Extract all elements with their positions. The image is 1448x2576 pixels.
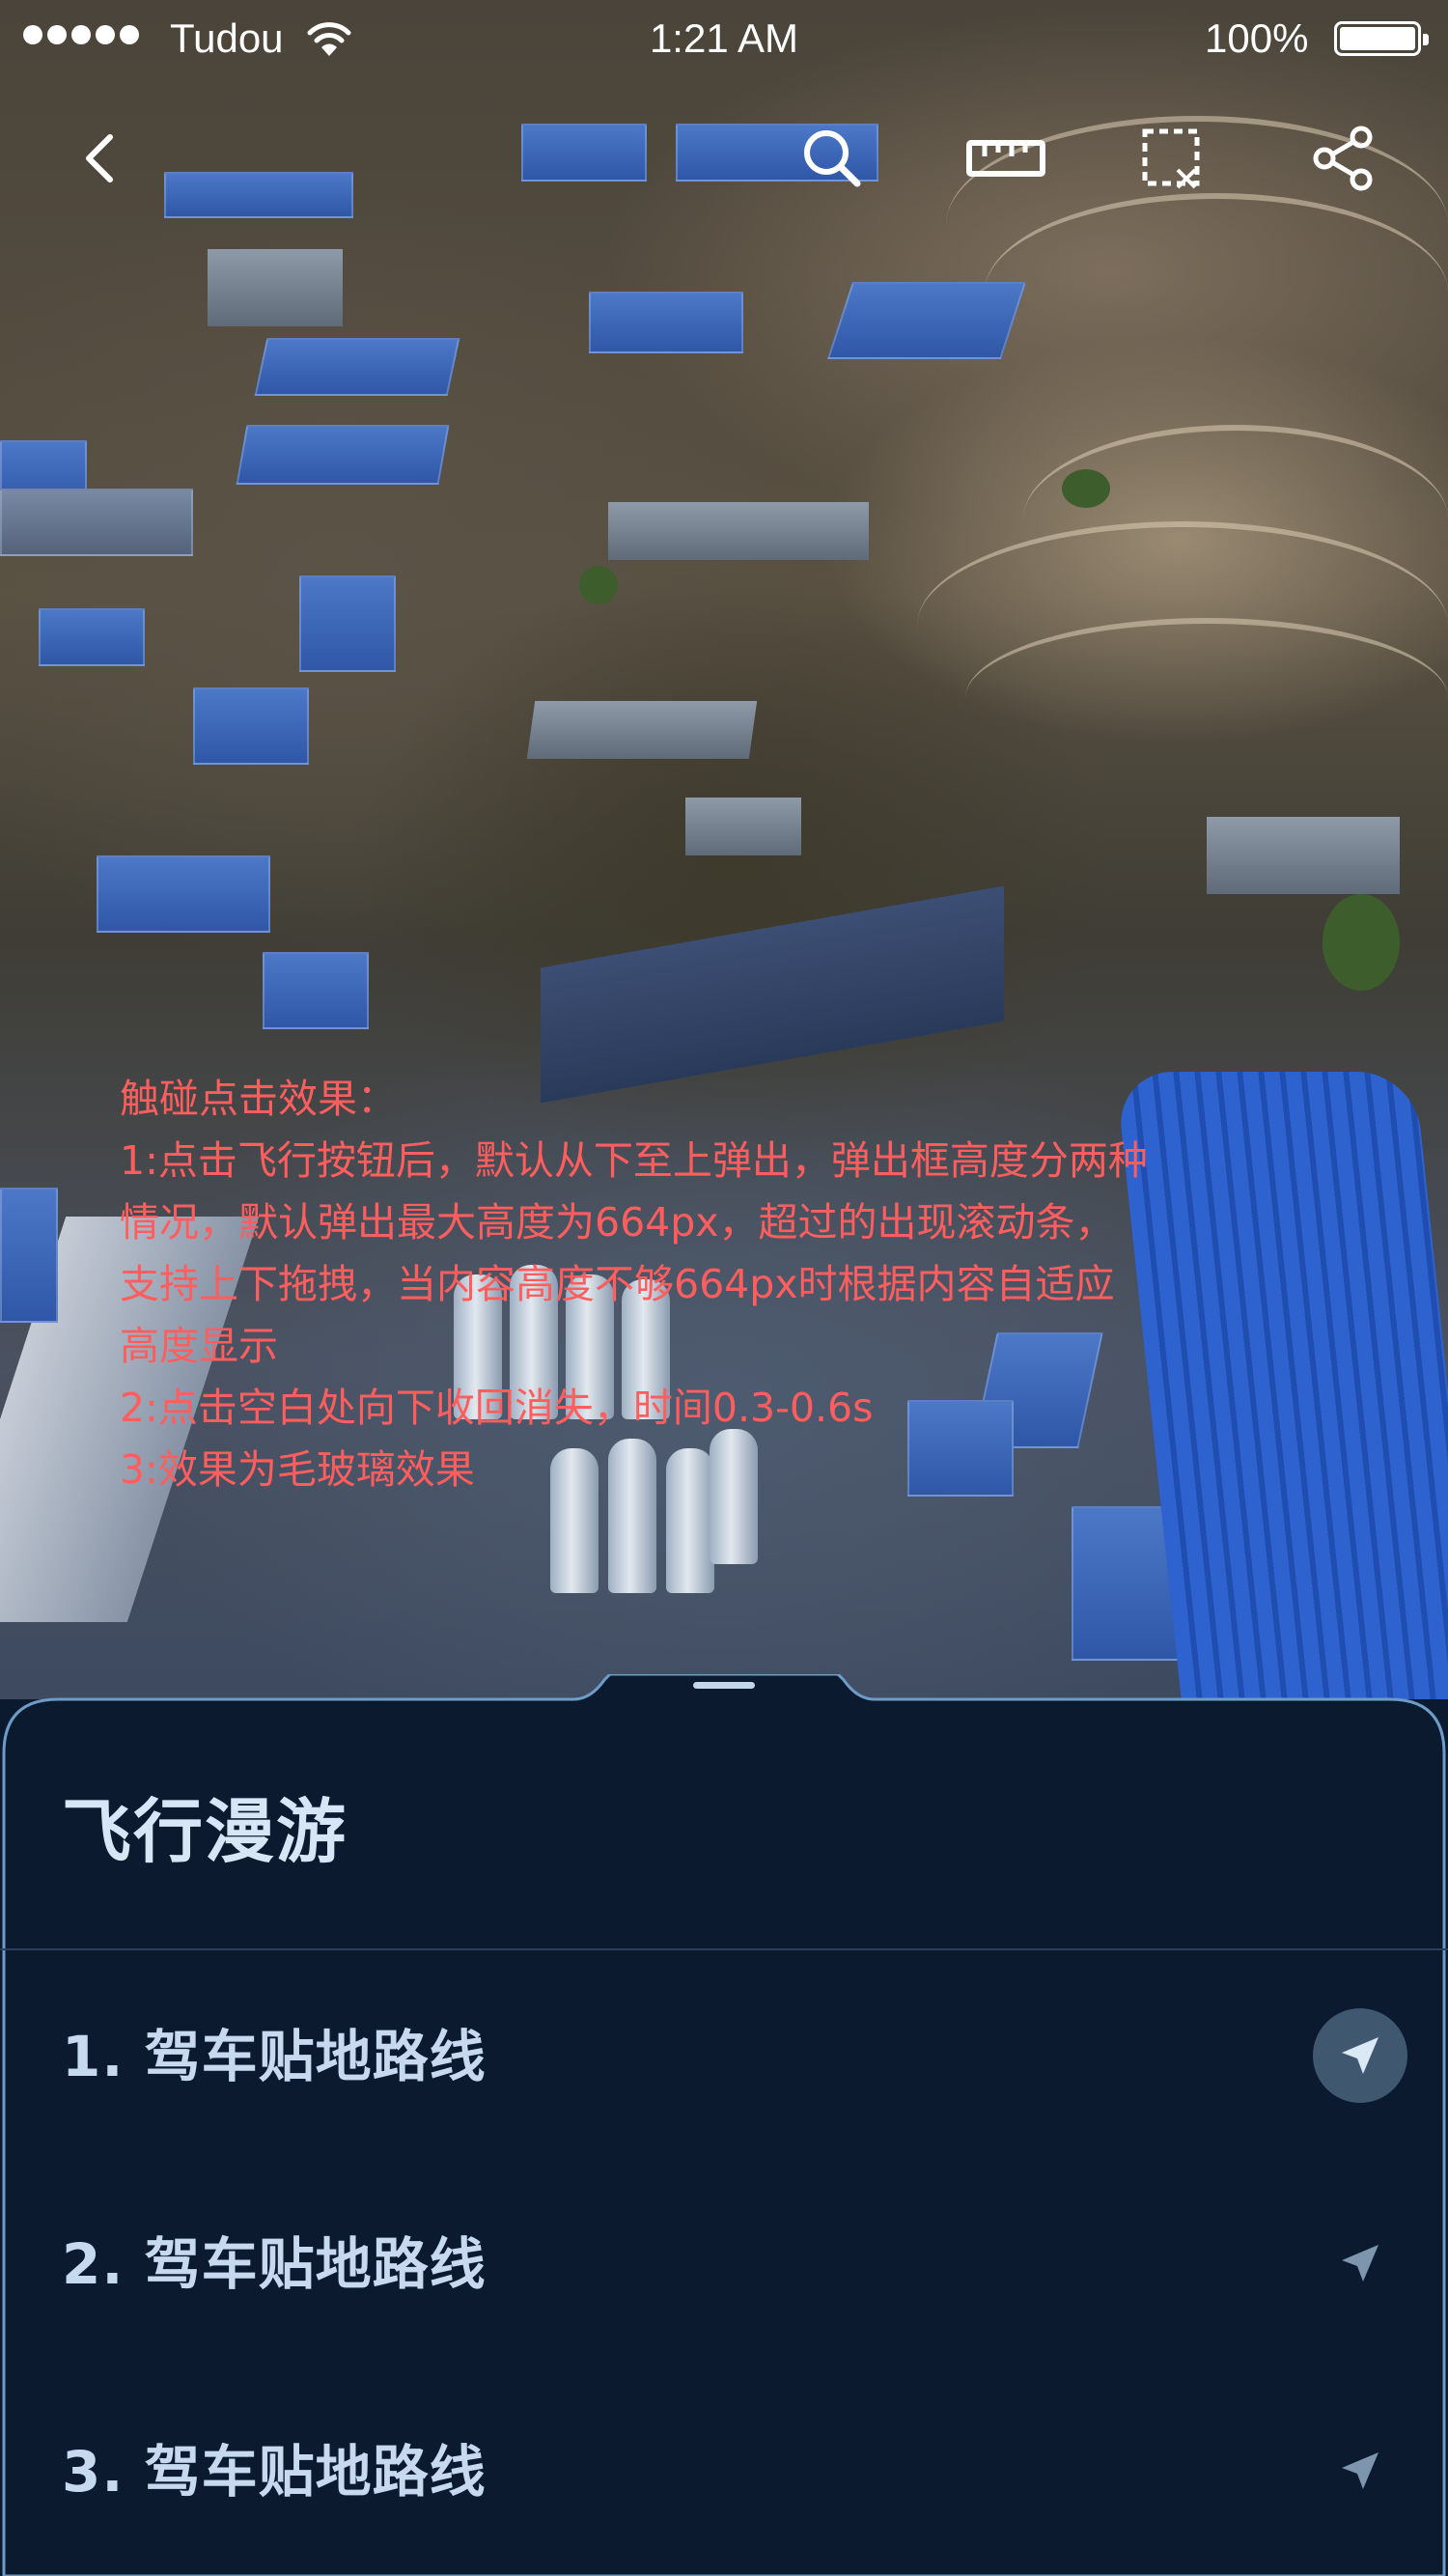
measure-button[interactable]: [965, 124, 1046, 193]
fly-route-button[interactable]: [1313, 2008, 1407, 2103]
annotation-line: 情况，默认弹出最大高度为664px，超过的出现滚动条，: [120, 1199, 1115, 1246]
tree: [1062, 469, 1110, 508]
tree: [1323, 894, 1400, 991]
building-roof: [193, 687, 309, 765]
chevron-left-icon: [86, 134, 113, 182]
share-icon: [1313, 126, 1373, 191]
annotation-line: 支持上下拖拽，当内容高度不够664px时根据内容自适应: [120, 1261, 1115, 1307]
building-roof: [39, 608, 145, 666]
design-annotation: 触碰点击效果： 1:点击飞行按钮后，默认从下至上弹出，弹出框高度分两种 情况，默…: [120, 1068, 1336, 1500]
share-button[interactable]: [1309, 124, 1378, 193]
route-label: 1. 驾车贴地路线: [62, 2024, 487, 2089]
annotation-line: 3:效果为毛玻璃效果: [120, 1446, 475, 1493]
ruler-icon: [966, 140, 1045, 177]
building: [208, 249, 343, 326]
sheet-divider: [0, 1948, 1448, 1950]
sheet-title: 飞行漫游: [62, 1791, 348, 1872]
building: [608, 502, 869, 560]
back-button[interactable]: [68, 124, 137, 193]
annotation-line: 触碰点击效果：: [120, 1076, 397, 1122]
annotation-line: 高度显示: [120, 1323, 278, 1369]
battery-icon: [1334, 21, 1429, 56]
route-item[interactable]: 1. 驾车贴地路线: [0, 1960, 1448, 2153]
navigation-arrow-icon: [1342, 2245, 1378, 2282]
building-roof: [589, 292, 743, 353]
building-roof: [236, 425, 450, 485]
route-item[interactable]: 2. 驾车贴地路线: [0, 2168, 1448, 2361]
route-label: 3. 驾车贴地路线: [62, 2439, 487, 2505]
fly-route-button[interactable]: [1313, 2216, 1407, 2310]
area-select-button[interactable]: [1137, 124, 1207, 193]
dashed-select-icon: [1142, 128, 1200, 189]
building-roof: [263, 952, 369, 1029]
search-button[interactable]: [797, 124, 867, 193]
tree: [579, 566, 618, 604]
building-roof: [827, 282, 1026, 359]
status-bar: Tudou 1:21 AM 100%: [0, 0, 1448, 77]
building: [526, 701, 758, 759]
route-item[interactable]: 3. 驾车贴地路线: [0, 2375, 1448, 2568]
building-roof: [0, 1188, 58, 1323]
building-roof: [299, 575, 396, 672]
annotation-line: 2:点击空白处向下收回消失，时间0.3-0.6s: [120, 1385, 874, 1431]
navigation-arrow-icon: [1342, 2452, 1378, 2489]
building: [1207, 817, 1400, 894]
battery-percent: 100%: [1205, 15, 1309, 61]
drag-handle[interactable]: [693, 1682, 755, 1689]
terrace-field: [965, 618, 1448, 778]
navigation-arrow-icon: [1342, 2037, 1378, 2074]
building-roof: [0, 489, 193, 556]
search-icon: [804, 130, 861, 187]
building-roof: [164, 172, 353, 218]
terrace-field: [985, 193, 1448, 392]
building-roof: [521, 124, 647, 182]
route-label: 2. 驾车贴地路线: [62, 2231, 487, 2297]
building-roof: [254, 338, 460, 396]
fly-route-button[interactable]: [1313, 2423, 1407, 2518]
annotation-line: 1:点击飞行按钮后，默认从下至上弹出，弹出框高度分两种: [120, 1137, 1148, 1184]
building: [685, 798, 801, 855]
building-roof: [97, 855, 270, 933]
